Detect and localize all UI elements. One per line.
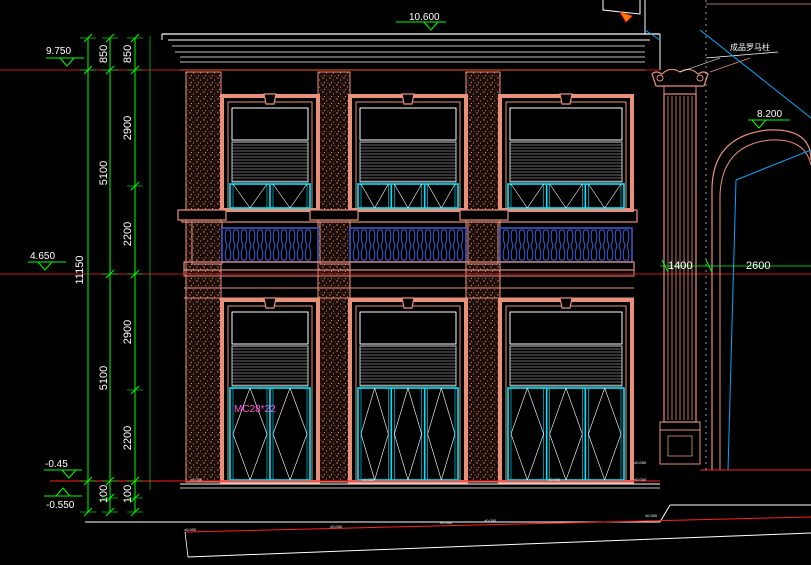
elevation-mid: 4.650 xyxy=(30,251,55,262)
baluster xyxy=(534,229,542,261)
dim-2200-lower: 2200 xyxy=(122,426,134,450)
baluster xyxy=(582,229,590,261)
window-tag: MC28*22 xyxy=(234,404,276,415)
baluster xyxy=(432,229,440,261)
vertical-dimensions xyxy=(80,33,151,517)
svg-text:±0.000: ±0.000 xyxy=(190,477,203,482)
baluster xyxy=(550,229,558,261)
window-upper-1 xyxy=(220,93,320,212)
keystone xyxy=(263,93,277,105)
elevation-top: 10.600 xyxy=(409,12,440,23)
balcony xyxy=(177,209,638,299)
baluster xyxy=(416,229,424,261)
keystone xyxy=(401,93,415,105)
svg-text:±0.000: ±0.000 xyxy=(330,524,343,529)
baluster xyxy=(296,229,304,261)
baluster xyxy=(566,229,574,261)
elevation-floor: -0.45 xyxy=(45,459,68,470)
svg-text:±0.000: ±0.000 xyxy=(484,518,497,523)
baluster xyxy=(240,229,248,261)
baluster xyxy=(440,229,448,261)
baluster xyxy=(384,229,392,261)
keystone xyxy=(559,297,573,309)
svg-text:±0.000: ±0.000 xyxy=(362,477,375,482)
window-lower-2 xyxy=(348,297,468,484)
baluster xyxy=(448,229,456,261)
keystone xyxy=(401,297,415,309)
baluster xyxy=(408,229,416,261)
baluster xyxy=(558,229,566,261)
baluster xyxy=(502,229,510,261)
baluster xyxy=(232,229,240,261)
svg-text:±0.000: ±0.000 xyxy=(645,513,658,518)
window-lower-3 xyxy=(498,297,634,484)
baluster xyxy=(590,229,598,261)
dim-5100-upper: 5100 xyxy=(98,161,110,185)
baluster xyxy=(288,229,296,261)
elevation-arch: 8.200 xyxy=(757,109,782,120)
cornice xyxy=(161,0,661,71)
baluster xyxy=(304,229,312,261)
roman-column: 成品罗马柱 xyxy=(651,42,779,465)
baluster xyxy=(622,229,630,261)
keystone xyxy=(263,297,277,309)
baluster xyxy=(518,229,526,261)
svg-text:±0.000: ±0.000 xyxy=(440,520,453,525)
baluster xyxy=(224,229,232,261)
dim-2200-upper: 2200 xyxy=(122,222,134,246)
baluster xyxy=(598,229,606,261)
svg-text:±0.000: ±0.000 xyxy=(634,477,647,482)
keystone xyxy=(559,93,573,105)
baluster xyxy=(400,229,408,261)
elevation-ground: -0.550 xyxy=(46,500,75,511)
dim-1400: 1400 xyxy=(668,260,692,272)
baluster xyxy=(376,229,384,261)
baluster xyxy=(264,229,272,261)
baluster xyxy=(352,229,360,261)
elevation-drawing: ±0.000 ±0.000 ±0.000 ±0.000 ±0.000 ±0.00… xyxy=(0,0,811,558)
column-flutes xyxy=(667,96,693,420)
dim-100-outer: 100 xyxy=(98,485,110,503)
baluster xyxy=(256,229,264,261)
window-upper-2 xyxy=(348,93,468,212)
baluster xyxy=(526,229,534,261)
baluster xyxy=(456,229,464,261)
dim-2900-lower: 2900 xyxy=(122,320,134,344)
dim-850-outer: 850 xyxy=(98,45,110,63)
baluster xyxy=(272,229,280,261)
baluster xyxy=(248,229,256,261)
roman-column-label: 成品罗马柱 xyxy=(730,42,770,52)
baluster xyxy=(614,229,622,261)
window-lower-1 xyxy=(220,297,320,484)
dim-11150: 11150 xyxy=(74,256,86,285)
baluster xyxy=(574,229,582,261)
svg-text:±0.000: ±0.000 xyxy=(184,527,197,532)
dim-5100-lower: 5100 xyxy=(98,366,110,390)
baluster xyxy=(542,229,550,261)
dim-100-inner: 100 xyxy=(122,485,134,503)
elevation-cornice: 9.750 xyxy=(46,46,71,57)
window-upper-3 xyxy=(498,93,634,212)
arch xyxy=(644,0,811,471)
dim-2600: 2600 xyxy=(746,260,770,272)
dim-2900-upper: 2900 xyxy=(122,116,134,140)
baluster xyxy=(360,229,368,261)
svg-text:±0.000: ±0.000 xyxy=(634,460,647,465)
baluster xyxy=(280,229,288,261)
svg-text:±0.000: ±0.000 xyxy=(548,477,561,482)
balusters xyxy=(224,229,630,261)
baluster xyxy=(606,229,614,261)
baluster xyxy=(368,229,376,261)
baluster xyxy=(392,229,400,261)
baluster xyxy=(424,229,432,261)
dim-850-inner: 850 xyxy=(122,45,134,63)
baluster xyxy=(510,229,518,261)
horizontal-dimensions: 1400 2600 xyxy=(660,259,811,273)
